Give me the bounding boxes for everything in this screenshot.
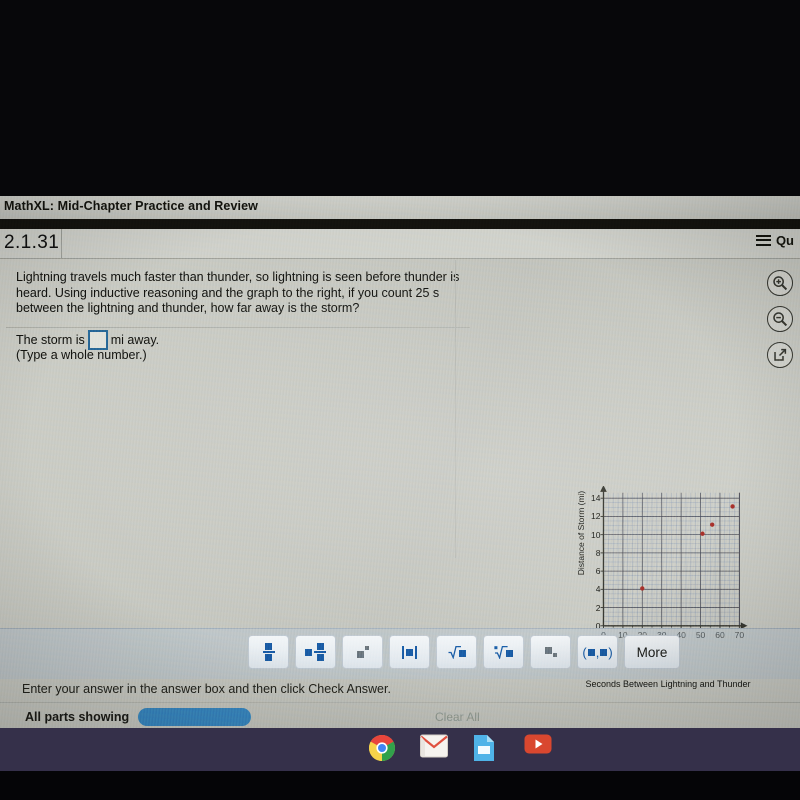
y-tick-label: 2	[595, 602, 601, 613]
answer-input[interactable]	[87, 330, 108, 350]
answer-controls-row: All parts showing Clear All	[0, 702, 800, 728]
square-root-button[interactable]	[436, 635, 477, 669]
taskbar-app-icons	[368, 734, 552, 762]
data-point	[640, 586, 645, 591]
ordered-pair-button[interactable]: (,)	[577, 635, 618, 669]
math-palette-buttons: (,) More	[248, 635, 680, 669]
exercise-number: 2.1.31	[4, 232, 60, 253]
clear-all-button[interactable]: Clear All	[435, 710, 480, 724]
plot-canvas	[600, 486, 748, 630]
data-point	[700, 531, 705, 536]
zoom-out-icon[interactable]	[767, 306, 793, 332]
instruction-row: Enter your answer in the answer box and …	[0, 678, 800, 704]
browser-tab-title[interactable]: MathXL: Mid-Chapter Practice and Review	[4, 199, 258, 213]
exercise-panel: Lightning travels much faster than thund…	[0, 258, 800, 728]
ordered-pair-icon: (,)	[582, 644, 613, 660]
y-tick-label: 10	[591, 529, 601, 540]
header-divider	[61, 229, 62, 258]
zoom-out-glyph	[773, 312, 788, 327]
exponent-button[interactable]	[342, 635, 383, 669]
youtube-icon[interactable]	[524, 734, 552, 762]
laptop-screen: MathXL: Mid-Chapter Practice and Review …	[0, 196, 800, 728]
exponent-icon	[356, 646, 369, 658]
question-text: Lightning travels much faster than thund…	[16, 270, 460, 316]
question-menu[interactable]: Qu	[755, 233, 794, 248]
check-answer-button[interactable]	[138, 708, 251, 726]
absolute-value-icon	[402, 645, 417, 659]
chrome-icon[interactable]	[368, 734, 396, 762]
popout-glyph	[774, 348, 787, 361]
zoom-in-glyph	[773, 276, 788, 291]
screen-bezel-bottom	[0, 771, 800, 800]
browser-chrome-divider	[0, 219, 800, 229]
instruction-text: Enter your answer in the answer box and …	[22, 682, 391, 696]
question-text-container: Lightning travels much faster than thund…	[6, 266, 470, 328]
answer-hint: (Type a whole number.)	[16, 348, 147, 362]
gmail-icon[interactable]	[420, 734, 448, 762]
data-point	[710, 522, 715, 527]
popout-icon[interactable]	[767, 342, 793, 368]
os-taskbar	[0, 728, 800, 771]
photo-of-laptop-screen: MathXL: Mid-Chapter Practice and Review …	[0, 0, 800, 800]
math-palette: (,) More	[0, 628, 800, 679]
all-parts-showing-label: All parts showing	[25, 710, 130, 724]
mixed-number-icon	[305, 642, 326, 662]
nth-root-icon	[494, 645, 513, 659]
y-tick-label: 4	[595, 584, 601, 595]
y-tick-label: 6	[595, 566, 601, 577]
y-tick-label: 8	[595, 547, 601, 558]
hamburger-icon	[755, 234, 771, 247]
fraction-button[interactable]	[248, 635, 289, 669]
slides-icon[interactable]	[472, 734, 500, 762]
subscript-icon	[544, 647, 557, 657]
y-axis-label: Distance of Storm (mi)	[576, 490, 586, 576]
more-button[interactable]: More	[624, 635, 680, 669]
panel-divider	[455, 260, 456, 558]
answer-suffix-label: mi away.	[110, 333, 160, 347]
y-tick-label: 12	[591, 511, 601, 522]
answer-line: The storm is mi away.	[16, 330, 159, 350]
absolute-value-button[interactable]	[389, 635, 430, 669]
exercise-header: 2.1.31 Qu	[0, 229, 800, 259]
subscript-button[interactable]	[530, 635, 571, 669]
question-menu-label: Qu	[775, 233, 794, 248]
nth-root-button[interactable]	[483, 635, 524, 669]
fraction-icon	[262, 642, 275, 662]
answer-prefix-label: The storm is	[16, 333, 85, 347]
data-point	[730, 504, 735, 509]
square-root-icon	[448, 645, 466, 659]
browser-tab-strip: MathXL: Mid-Chapter Practice and Review	[0, 196, 800, 220]
mixed-number-button[interactable]	[295, 635, 336, 669]
zoom-in-icon[interactable]	[767, 270, 793, 296]
y-tick-label: 14	[591, 493, 601, 504]
